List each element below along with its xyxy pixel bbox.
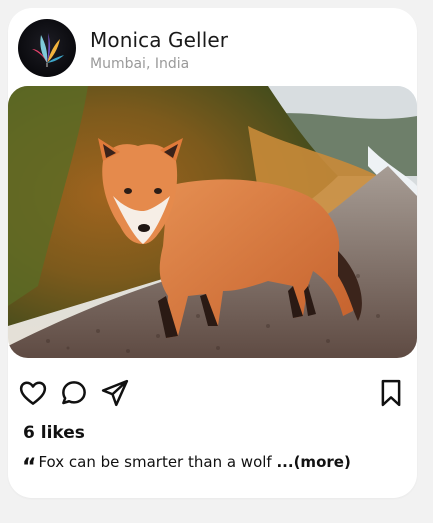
post-image[interactable]	[8, 86, 417, 358]
caption-text: Fox can be smarter than a wolf	[38, 453, 272, 471]
post-card: Monica Geller Mumbai, India 6 likes “ Fo…	[8, 8, 417, 498]
bookmark-icon	[381, 379, 401, 407]
caption: “Fox can be smarter than a wolf ...(more…	[22, 453, 351, 480]
send-icon	[101, 379, 129, 407]
heart-icon	[19, 381, 47, 405]
save-button[interactable]	[376, 378, 406, 408]
feather-logo-icon	[32, 33, 64, 67]
like-count[interactable]: 6 likes	[23, 423, 85, 443]
location: Mumbai, India	[90, 56, 190, 72]
like-button[interactable]	[18, 378, 48, 408]
comment-icon	[62, 381, 86, 405]
share-button[interactable]	[100, 378, 130, 408]
comment-button[interactable]	[59, 378, 89, 408]
username[interactable]: Monica Geller	[90, 28, 228, 52]
quote-icon: “	[22, 455, 37, 480]
more-link[interactable]: ...(more)	[276, 453, 350, 471]
action-bar	[18, 378, 408, 408]
avatar[interactable]	[18, 19, 76, 77]
